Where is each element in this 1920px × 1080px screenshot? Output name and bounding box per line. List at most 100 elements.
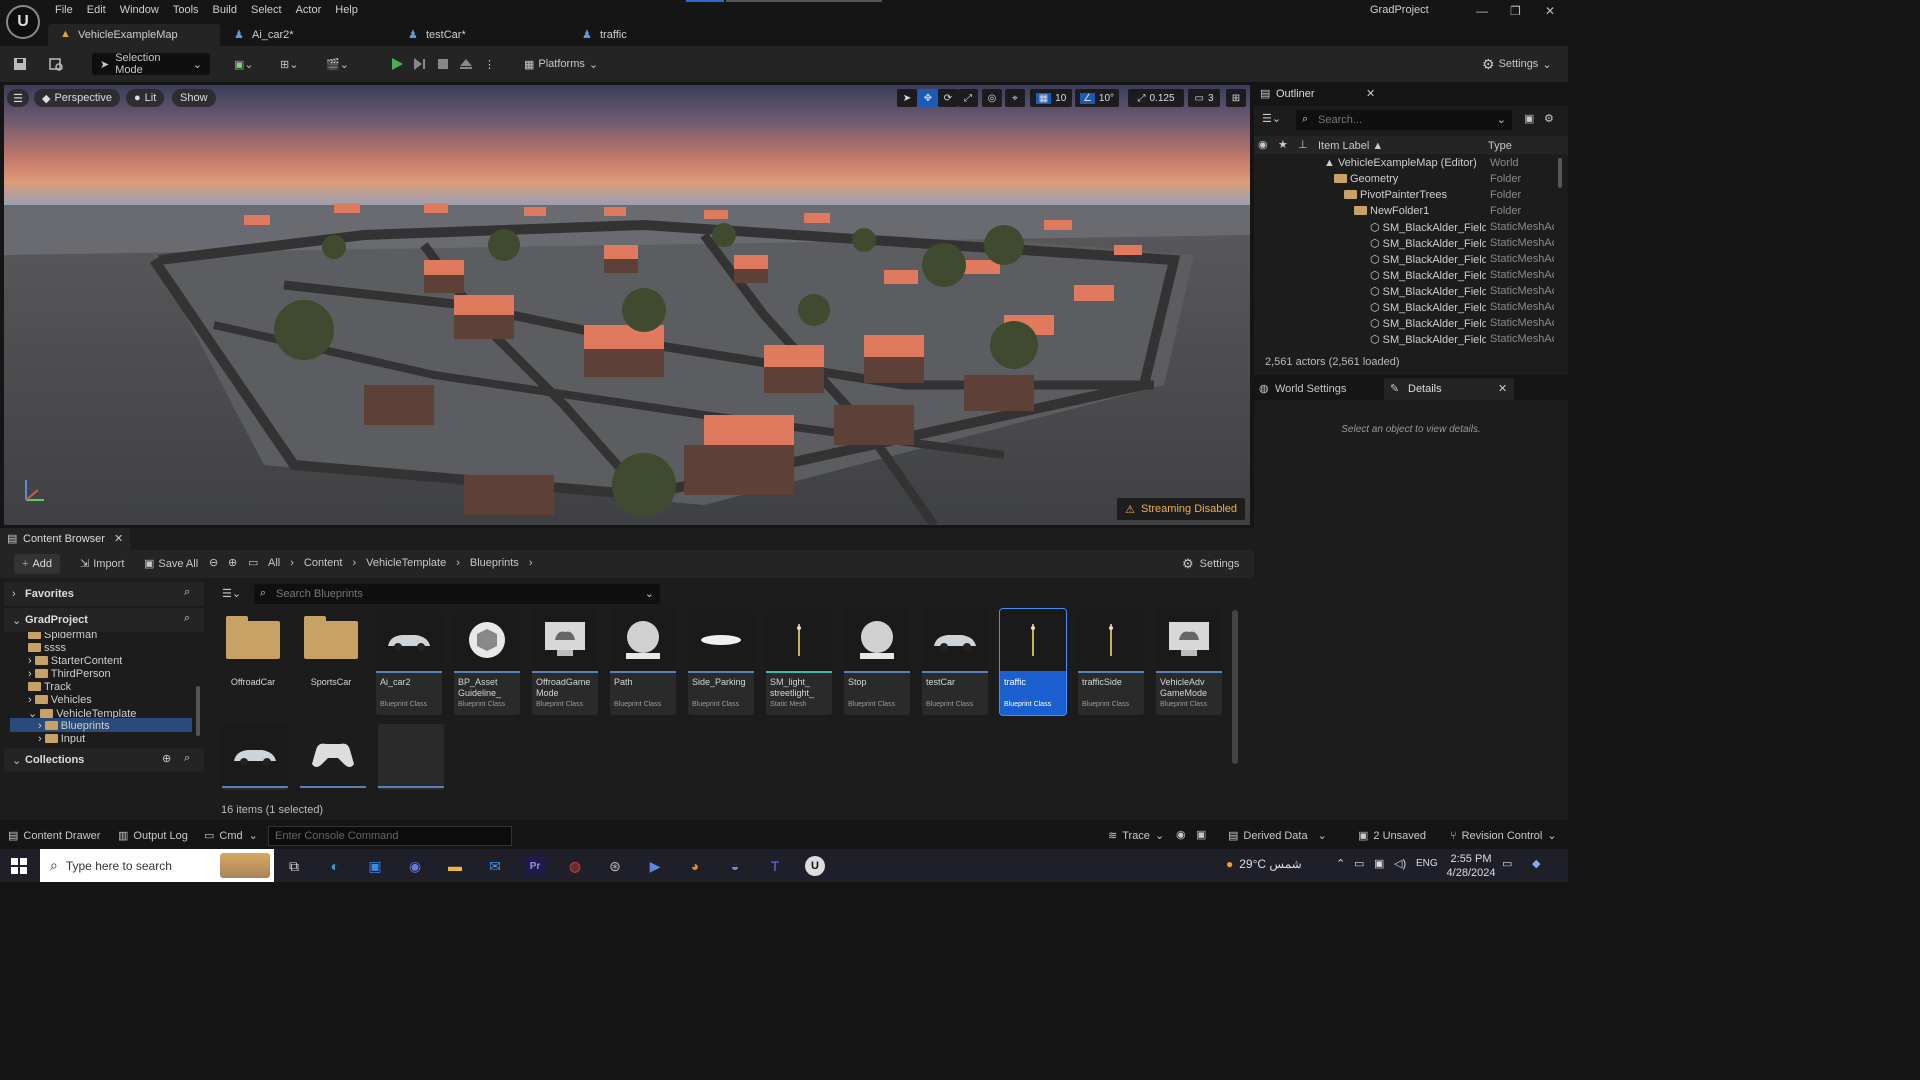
level-viewport[interactable]: ☰ ◆ Perspective ● Lit Show ➤ ✥ ⟳ ⤢ ◎ ⌖ ▦… — [4, 85, 1250, 525]
show-button[interactable]: Show — [172, 89, 216, 107]
outliner-row[interactable]: ⬡ SM_BlackAlder_FieldStaticMeshActor — [1254, 253, 1556, 269]
edge-icon[interactable]: ◐ — [325, 856, 345, 876]
cb-settings-button[interactable]: ⚙ Settings — [1182, 556, 1239, 572]
save-icon[interactable] — [12, 53, 28, 75]
outliner-row[interactable]: ⬡ SM_BlackAlder_FieldStaticMeshActor — [1254, 301, 1556, 317]
add-collection-icon[interactable]: ⊕ — [162, 752, 171, 765]
app-icon[interactable]: ▶ — [645, 856, 665, 876]
content-browser-tab[interactable]: ▤ Content Browser ✕ — [0, 528, 130, 550]
scale-snap-button[interactable]: ⤢ 0.125 — [1128, 89, 1184, 107]
asset-tile[interactable] — [300, 724, 366, 790]
asset-tile[interactable]: VehicleAdv GameMode Blueprint Class — [1156, 609, 1222, 715]
menu-select[interactable]: Select — [251, 4, 282, 16]
app-icon[interactable]: ◉ — [405, 856, 425, 876]
asset-tile-selected[interactable]: traffic Blueprint Class — [999, 608, 1067, 716]
premiere-icon[interactable]: Pr — [525, 856, 545, 876]
chevron-up-icon[interactable]: ⌃ — [1336, 857, 1345, 870]
perspective-button[interactable]: ◆ Perspective — [34, 89, 120, 107]
project-section[interactable]: ⌄ GradProject ⌕ — [4, 608, 204, 632]
cinematics-icon[interactable]: 🎬 ⌄ — [326, 53, 349, 75]
tab-world-settings[interactable]: ◍ World Settings — [1254, 378, 1384, 400]
platforms-dropdown[interactable]: ▦ Platforms ⌄ — [524, 53, 598, 75]
grid-snap-button[interactable]: ▦ 10 — [1030, 89, 1072, 107]
cmd-dropdown[interactable]: ▭ Cmd ⌄ — [204, 829, 258, 843]
forward-icon[interactable]: ⊕ — [228, 556, 237, 569]
close-icon[interactable]: ✕ — [1498, 382, 1507, 395]
back-icon[interactable]: ⊖ — [209, 556, 218, 569]
unreal-logo-icon[interactable]: U — [6, 5, 40, 39]
outliner-row[interactable]: ⬡ SM_BlackAlder_FieldStaticMeshActor — [1254, 237, 1556, 253]
outliner-search-input[interactable]: ⌕ Search... ⌄ — [1296, 110, 1512, 130]
tab-testcar[interactable]: ♟ testCar* — [396, 24, 566, 46]
menu-actor[interactable]: Actor — [296, 4, 322, 16]
visibility-icon[interactable]: ◉ — [1258, 138, 1268, 151]
gear-icon[interactable]: ⚙ — [1544, 112, 1554, 125]
folder-tile[interactable]: SportsCar — [298, 609, 364, 715]
breadcrumb-blueprints[interactable]: Blueprints — [470, 557, 519, 569]
asset-tile[interactable]: Stop Blueprint Class — [844, 609, 910, 715]
clock[interactable]: 2:55 PM 4/28/2024 — [1446, 852, 1496, 880]
search-icon[interactable]: ⌕ — [184, 612, 190, 625]
network-icon[interactable]: ▭ — [1354, 857, 1364, 870]
folder-item[interactable]: Track — [28, 681, 71, 693]
outliner-row[interactable]: NewFolder1 Folder — [1254, 205, 1556, 221]
revision-control-dropdown[interactable]: ⑂ Revision Control ⌄ — [1450, 829, 1557, 843]
camera-icon[interactable]: ▣ — [1374, 857, 1384, 870]
selection-mode-dropdown[interactable]: ➤ Selection Mode ⌄ — [92, 52, 210, 76]
import-button[interactable]: ⇲ Import — [80, 557, 124, 571]
step-icon[interactable] — [412, 53, 426, 75]
select-tool-icon[interactable]: ➤ — [897, 89, 917, 107]
menu-tools[interactable]: Tools — [173, 4, 199, 16]
outliner-row[interactable]: PivotPainterTrees Folder — [1254, 189, 1556, 205]
outliner-row[interactable]: ▲ VehicleExampleMap (Editor) World — [1254, 157, 1556, 173]
tab-traffic[interactable]: ♟ traffic — [570, 24, 740, 46]
asset-tile[interactable]: testCar Blueprint Class — [922, 609, 988, 715]
discord-icon[interactable]: ◒ — [725, 856, 745, 876]
tab-vehicleexamplemap[interactable]: ▲ VehicleExampleMap — [48, 24, 220, 46]
menu-file[interactable]: File — [55, 4, 73, 16]
volume-icon[interactable]: ◁) — [1394, 857, 1406, 870]
asset-tile[interactable]: trafficSide Blueprint Class — [1078, 609, 1144, 715]
breadcrumb-content[interactable]: Content — [304, 557, 343, 569]
outliner-row[interactable]: ⬡ SM_BlackAlder_FieldStaticMeshActor — [1254, 221, 1556, 237]
teams-icon[interactable]: T — [765, 856, 785, 876]
asset-tile[interactable]: SM_light_ streetlight_ Static Mesh — [766, 609, 832, 715]
windows-start-icon[interactable] — [9, 856, 29, 876]
content-drawer-button[interactable]: ▤ Content Drawer — [8, 829, 100, 843]
browse-icon[interactable] — [48, 53, 64, 75]
close-icon[interactable]: ✕ — [114, 532, 123, 545]
copilot-icon[interactable]: ◆ — [1532, 857, 1540, 870]
menu-window[interactable]: Window — [120, 4, 159, 16]
eject-icon[interactable] — [458, 53, 474, 75]
asset-search-input[interactable]: ⌕ Search Blueprints ⌄ — [254, 584, 660, 604]
task-view-icon[interactable]: ⧉ — [284, 856, 304, 876]
scale-tool-icon[interactable]: ⤢ — [958, 89, 978, 107]
add-folder-icon[interactable]: ▣ — [1524, 112, 1534, 125]
folder-item[interactable]: Spiderman — [28, 632, 97, 641]
asset-tile[interactable] — [378, 724, 444, 790]
outliner-row[interactable]: ⬡ SM_BlackAlder_FieldStaticMeshActor — [1254, 317, 1556, 333]
close-icon[interactable]: ✕ — [1545, 4, 1555, 18]
world-space-icon[interactable]: ◎ — [982, 89, 1002, 107]
menu-edit[interactable]: Edit — [87, 4, 106, 16]
asset-view-scrollbar[interactable] — [1232, 610, 1238, 764]
taskbar-search-input[interactable]: ⌕ Type here to search — [40, 849, 274, 882]
folder-item[interactable]: › Vehicles — [28, 694, 92, 706]
tab-ai-car2[interactable]: ♟ Ai_car2* — [222, 24, 392, 46]
minimize-icon[interactable]: — — [1476, 4, 1488, 18]
collections-section[interactable]: ⌄ Collections ⊕ ⌕ — [4, 748, 204, 772]
save-all-button[interactable]: ▣ Save All — [144, 557, 198, 571]
folder-item[interactable]: › StarterContent — [28, 655, 122, 667]
outliner-row[interactable]: ⬡ SM_BlackAlder_FieldStaticMeshActor — [1254, 333, 1556, 349]
asset-tile[interactable]: Ai_car2 Blueprint Class — [376, 609, 442, 715]
viewport-layout-icon[interactable]: ⊞ — [1226, 89, 1246, 107]
menu-help[interactable]: Help — [335, 4, 358, 16]
add-actor-icon[interactable]: ▣ ⌄ — [234, 53, 254, 75]
asset-tile[interactable] — [222, 724, 288, 790]
weather-widget[interactable]: ● 29°C شمس — [1226, 857, 1302, 871]
filter-icon[interactable]: ☰⌄ — [222, 587, 241, 600]
hamburger-menu-icon[interactable]: ☰ — [7, 89, 29, 107]
type-column[interactable]: Type — [1488, 140, 1512, 152]
console-input[interactable]: Enter Console Command — [268, 826, 512, 846]
settings-dropdown[interactable]: ⚙ Settings ⌄ — [1482, 53, 1552, 75]
